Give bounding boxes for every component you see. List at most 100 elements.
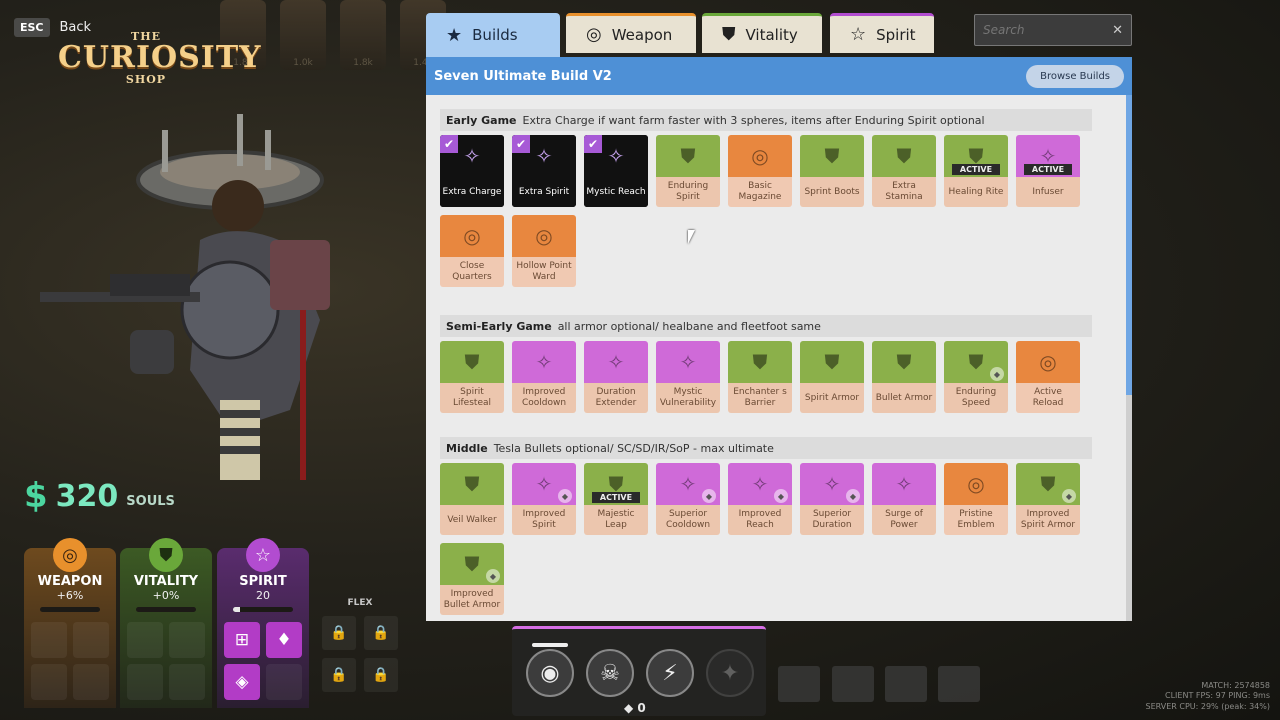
- close-icon[interactable]: ✕: [1112, 23, 1123, 38]
- weapon-stat-column[interactable]: ◎ WEAPON +6%: [24, 538, 116, 708]
- item-card[interactable]: ⛊ Sprint Boots: [800, 135, 864, 207]
- mystic-reach-slot[interactable]: ◈: [224, 664, 260, 700]
- extra-charge-slot[interactable]: ⊞: [224, 622, 260, 658]
- section-name: Middle: [446, 441, 488, 455]
- item-card[interactable]: ◎ Pristine Emblem: [944, 463, 1008, 535]
- item-card[interactable]: ✧ ◆ Superior Cooldown: [656, 463, 720, 535]
- spirit-item-icon: ✧: [512, 341, 576, 383]
- weapon-item-icon: ◎: [728, 135, 792, 177]
- check-icon: ✔: [512, 135, 530, 153]
- browse-builds-button[interactable]: Browse Builds: [1026, 64, 1124, 88]
- item-card[interactable]: ⛊ ACTIVE Majestic Leap: [584, 463, 648, 535]
- item-card[interactable]: ⛊ ◆ Enduring Speed: [944, 341, 1008, 413]
- item-name: Enduring Speed: [944, 383, 1008, 413]
- tab-weapon[interactable]: ◎ Weapon: [566, 13, 696, 53]
- item-slot[interactable]: [31, 664, 67, 700]
- weapon-icon: ◎: [53, 538, 87, 572]
- build-title: Seven Ultimate Build V2: [434, 68, 612, 84]
- item-name: Improved Spirit: [512, 505, 576, 535]
- esc-key: ESC: [14, 18, 50, 37]
- item-slot[interactable]: [73, 664, 109, 700]
- active-tag: ACTIVE: [1024, 164, 1072, 175]
- item-slot[interactable]: [266, 664, 302, 700]
- item-card[interactable]: ✧ ✔ Mystic Reach: [584, 135, 648, 207]
- item-card[interactable]: ⛊ Bullet Armor: [872, 341, 936, 413]
- item-card[interactable]: ◎ Close Quarters: [440, 215, 504, 287]
- item-card[interactable]: ⛊ Veil Walker: [440, 463, 504, 535]
- tab-label: Weapon: [611, 25, 673, 44]
- item-name: Extra Stamina: [872, 177, 936, 207]
- item-card[interactable]: ◎ Basic Magazine: [728, 135, 792, 207]
- item-name: Enduring Spirit: [656, 177, 720, 207]
- build-section: Middle Tesla Bullets optional/ SC/SD/IR/S…: [440, 437, 1092, 615]
- server-cpu: SERVER CPU: 29% (peak: 34%): [1145, 701, 1270, 711]
- item-card[interactable]: ⛊ Spirit Armor: [800, 341, 864, 413]
- ability-4-icon[interactable]: ✦: [706, 649, 754, 697]
- scrollbar[interactable]: [1126, 95, 1132, 621]
- ability-2-icon[interactable]: ☠: [586, 649, 634, 697]
- item-card[interactable]: ⛊ Spirit Lifesteal: [440, 341, 504, 413]
- hero-character-art: [40, 114, 330, 480]
- item-name: Hollow Point Ward: [512, 257, 576, 287]
- spirit-stat-column[interactable]: ☆ SPIRIT 20 ⊞ ♦ ◈: [217, 538, 309, 708]
- item-card[interactable]: ✧ ACTIVE Infuser: [1016, 135, 1080, 207]
- item-card[interactable]: ✧ ◆ Improved Spirit: [512, 463, 576, 535]
- item-card[interactable]: ⛊ ◆ Improved Bullet Armor: [440, 543, 504, 615]
- item-card[interactable]: ⛊ Enchanter s Barrier: [728, 341, 792, 413]
- item-card[interactable]: ✧ ✔ Extra Spirit: [512, 135, 576, 207]
- item-card[interactable]: ✧ ◆ Improved Reach: [728, 463, 792, 535]
- souls-counter: $ 320 SOULS: [24, 476, 175, 516]
- item-name: Pristine Emblem: [944, 505, 1008, 535]
- item-slot[interactable]: [31, 622, 67, 658]
- ability-3-icon[interactable]: ⚡: [646, 649, 694, 697]
- flex-label: FLEX: [347, 598, 373, 608]
- item-slot[interactable]: [169, 622, 205, 658]
- hero-portrait: 1.0k: [280, 0, 326, 70]
- item-card[interactable]: ✧ ✔ Extra Charge: [440, 135, 504, 207]
- item-name: Healing Rite: [944, 177, 1008, 207]
- item-card[interactable]: ✧ Improved Cooldown: [512, 341, 576, 413]
- ability-points: ◆ 0: [624, 701, 646, 715]
- active-item-slot[interactable]: [832, 666, 874, 702]
- tab-spirit[interactable]: ☆ Spirit: [830, 13, 934, 53]
- component-badge-icon: ◆: [486, 569, 500, 583]
- spirit-item-icon: ✧: [656, 341, 720, 383]
- shop-panel: ★ Builds ◎ Weapon ⛊ Vitality ☆ Spirit ✕ …: [426, 13, 1132, 621]
- tab-vitality[interactable]: ⛊ Vitality: [702, 13, 822, 53]
- active-item-slot[interactable]: [938, 666, 980, 702]
- vitality-item-icon: ⛊: [800, 135, 864, 177]
- item-name: Mystic Reach: [584, 177, 648, 207]
- item-card[interactable]: ✧ Duration Extender: [584, 341, 648, 413]
- ability-pips: [532, 643, 568, 647]
- item-slot[interactable]: [73, 622, 109, 658]
- item-card[interactable]: ⛊ Extra Stamina: [872, 135, 936, 207]
- spirit-item-icon: ✧ ✔: [440, 135, 504, 177]
- item-card[interactable]: ◎ Active Reload: [1016, 341, 1080, 413]
- item-card[interactable]: ✧ Surge of Power: [872, 463, 936, 535]
- extra-spirit-slot[interactable]: ♦: [266, 622, 302, 658]
- weapon-item-icon: ◎: [440, 215, 504, 257]
- vitality-icon: ⛊: [722, 24, 736, 45]
- item-card[interactable]: ⛊ ◆ Improved Spirit Armor: [1016, 463, 1080, 535]
- item-card[interactable]: ✧ Mystic Vulnerability: [656, 341, 720, 413]
- active-item-slot[interactable]: [778, 666, 820, 702]
- item-card[interactable]: ✧ ◆ Superior Duration: [800, 463, 864, 535]
- item-card[interactable]: ⛊ ACTIVE Healing Rite: [944, 135, 1008, 207]
- component-badge-icon: ◆: [990, 367, 1004, 381]
- item-slot[interactable]: [127, 622, 163, 658]
- item-name: Duration Extender: [584, 383, 648, 413]
- search-input[interactable]: [983, 23, 1103, 37]
- component-badge-icon: ◆: [846, 489, 860, 503]
- item-slot[interactable]: [169, 664, 205, 700]
- lock-icon: 🔒: [322, 616, 356, 650]
- item-card[interactable]: ◎ Hollow Point Ward: [512, 215, 576, 287]
- active-item-slot[interactable]: [885, 666, 927, 702]
- weapon-progress-bar: [40, 607, 100, 612]
- item-slot[interactable]: [127, 664, 163, 700]
- item-name: Mystic Vulnerability: [656, 383, 720, 413]
- ability-1-icon[interactable]: ◉: [526, 649, 574, 697]
- item-card[interactable]: ⛊ Enduring Spirit: [656, 135, 720, 207]
- vitality-stat-column[interactable]: ⛊ VITALITY +0%: [120, 538, 212, 708]
- tab-builds[interactable]: ★ Builds: [426, 13, 560, 57]
- mouse-cursor: [688, 230, 695, 244]
